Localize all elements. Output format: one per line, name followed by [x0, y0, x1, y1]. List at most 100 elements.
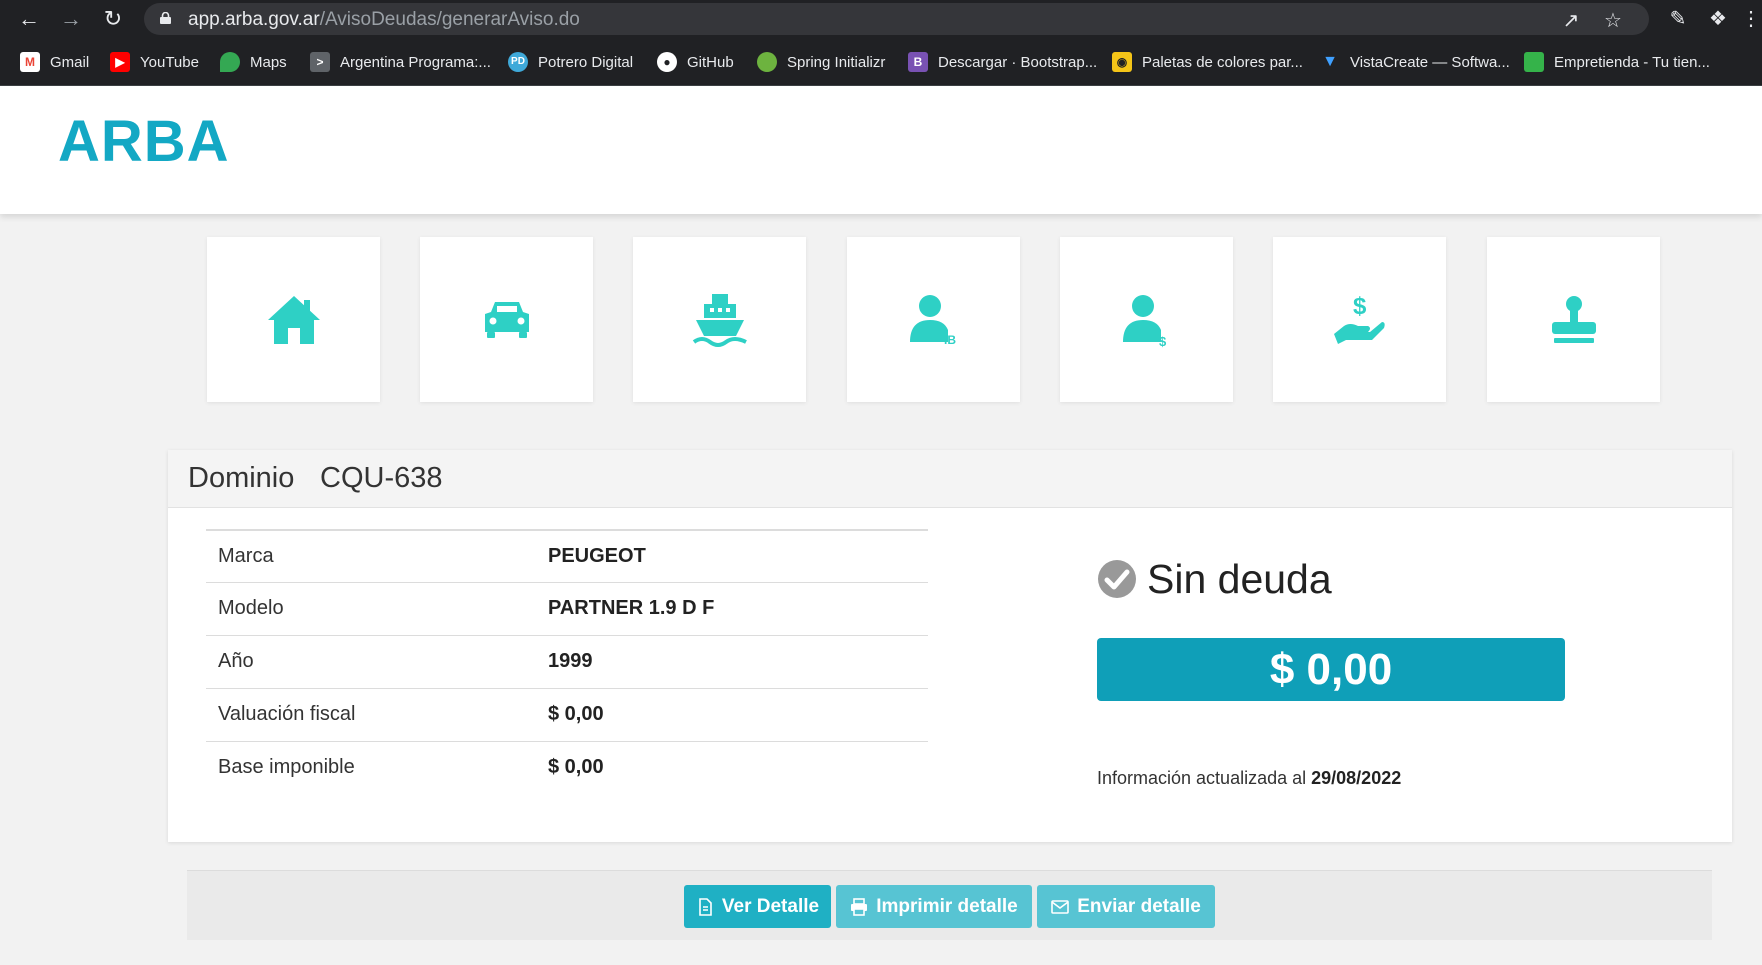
vistacreate-icon: ▼ — [1322, 53, 1338, 70]
bookmark-label: Descargar · Bootstrap... — [938, 53, 1098, 71]
button-label: Enviar detalle — [1077, 895, 1201, 917]
tile-automotor[interactable] — [420, 237, 593, 402]
pd-icon: PD — [508, 52, 528, 72]
bookmark-label: Gmail — [50, 53, 90, 71]
row-label: Año — [218, 650, 254, 672]
reload-icon[interactable]: ↻ — [98, 4, 128, 34]
tile-embarcaciones[interactable] — [633, 237, 806, 402]
bookmark-label: Potrero Digital — [538, 53, 634, 71]
hand-dollar-icon: $ — [1333, 293, 1385, 344]
arba-logo[interactable]: ARBA — [58, 108, 230, 175]
updated-info: Información actualizada al 29/08/2022 — [1097, 768, 1401, 789]
row-label: Marca — [218, 545, 274, 567]
enviar-detalle-button[interactable]: Enviar detalle — [1037, 885, 1215, 928]
row-value: 1999 — [548, 650, 593, 672]
bookmarks-bar: M Gmail ▶ YouTube Maps > Argentina Programa… — [0, 38, 1762, 86]
debt-amount: $ 0,00 — [1097, 638, 1565, 701]
bookmark-empretienda[interactable]: Empretienda - Tu tien... — [1524, 51, 1710, 73]
stamp-icon — [1551, 295, 1596, 343]
tile-planes-pago[interactable]: $ — [1273, 237, 1446, 402]
table-row: Marca PEUGEOT — [206, 529, 928, 582]
button-label: Imprimir detalle — [876, 895, 1018, 917]
bookmark-label: Paletas de colores par... — [1142, 53, 1303, 71]
pen-extension-icon[interactable]: ✎ — [1664, 5, 1692, 33]
site-header: ARBA — [0, 86, 1762, 214]
terminal-icon: > — [310, 52, 330, 72]
tile-sellos-personas[interactable]: $ — [1060, 237, 1233, 402]
debt-card: Dominio CQU-638 Marca PEUGEOT Modelo PARTN… — [168, 450, 1732, 842]
back-icon[interactable]: ← — [14, 4, 44, 34]
url-host: app.arba.gov.ar — [188, 9, 320, 30]
forward-icon[interactable]: → — [56, 4, 86, 34]
row-label: Modelo — [218, 597, 284, 619]
bookmark-label: YouTube — [140, 53, 199, 71]
bookmark-label: Empretienda - Tu tien... — [1554, 53, 1710, 71]
card-header: Dominio CQU-638 — [168, 450, 1732, 508]
car-icon — [484, 301, 529, 338]
imprimir-detalle-button[interactable]: Imprimir detalle — [836, 885, 1032, 928]
debt-status: Sin deuda — [1097, 555, 1332, 603]
bookmark-maps[interactable]: Maps — [220, 51, 287, 73]
table-row: Modelo PARTNER 1.9 D F — [206, 582, 928, 635]
file-icon — [699, 897, 712, 916]
row-value: PEUGEOT — [548, 545, 646, 567]
domain-value: CQU-638 — [320, 462, 443, 494]
tile-ingresos-brutos[interactable]: IB — [847, 237, 1020, 402]
browser-toolbar: ← → ↻ app.arba.gov.ar/AvisoDeudas/genera… — [0, 0, 1762, 38]
palette-icon: ◉ — [1112, 52, 1132, 72]
tile-inmobiliario[interactable] — [207, 237, 380, 402]
bookmark-gmail[interactable]: M Gmail — [20, 51, 89, 73]
envelope-icon — [1051, 899, 1070, 914]
row-value: PARTNER 1.9 D F — [548, 597, 715, 619]
bookmark-youtube[interactable]: ▶ YouTube — [110, 51, 199, 73]
address-bar[interactable]: app.arba.gov.ar/AvisoDeudas/generarAviso… — [144, 3, 1649, 35]
bootstrap-icon: B — [908, 52, 928, 72]
menu-icon[interactable]: ⋮ — [1740, 5, 1762, 33]
table-row: Año 1999 — [206, 635, 928, 688]
card-title: Dominio — [188, 462, 295, 494]
share-icon[interactable]: ↗ — [1557, 7, 1585, 35]
youtube-icon: ▶ — [110, 52, 130, 72]
user-ib-icon: IB — [909, 294, 956, 347]
row-value: $ 0,00 — [548, 703, 604, 725]
print-icon — [851, 897, 868, 916]
bookmark-argentina-programa[interactable]: > Argentina Programa:... — [310, 51, 491, 73]
extensions-icon[interactable]: ❖ — [1704, 5, 1732, 33]
svg-text:$: $ — [1159, 334, 1167, 349]
bookmark-paletas[interactable]: ◉ Paletas de colores par... — [1112, 51, 1303, 73]
tile-sellos[interactable] — [1487, 237, 1660, 402]
lock-icon — [160, 12, 171, 24]
bookmark-label: VistaCreate — Softwa... — [1350, 53, 1510, 71]
table-row: Base imponible $ 0,00 — [206, 741, 928, 794]
maps-icon — [220, 52, 240, 72]
row-value: $ 0,00 — [548, 756, 604, 778]
svg-text:IB: IB — [944, 333, 956, 347]
user-dollar-icon: $ — [1122, 294, 1167, 349]
updated-date: 29/08/2022 — [1311, 768, 1402, 788]
svg-text:$: $ — [1353, 293, 1367, 320]
actions-bar: Ver Detalle Imprimir detalle Enviar deta… — [187, 870, 1712, 940]
ver-detalle-button[interactable]: Ver Detalle — [684, 885, 831, 928]
bookmark-label: GitHub — [687, 53, 734, 71]
bookmark-spring-initializr[interactable]: Spring Initializr — [757, 51, 885, 73]
row-label: Valuación fiscal — [218, 703, 356, 725]
bookmark-bootstrap[interactable]: B Descargar · Bootstrap... — [908, 51, 1097, 73]
button-label: Ver Detalle — [721, 895, 820, 917]
bookmark-label: Argentina Programa:... — [340, 53, 491, 71]
url-path: /AvisoDeudas/generarAviso.do — [319, 9, 580, 30]
ship-icon — [692, 293, 747, 347]
bookmark-label: Maps — [250, 53, 287, 71]
updated-label: Información actualizada al — [1097, 768, 1307, 788]
spring-icon — [757, 52, 777, 72]
status-text: Sin deuda — [1147, 555, 1332, 602]
row-label: Base imponible — [218, 756, 355, 778]
bookmark-potrero-digital[interactable]: PD Potrero Digital — [508, 51, 633, 73]
bookmark-github[interactable]: ● GitHub — [657, 51, 734, 73]
check-circle-icon — [1098, 560, 1136, 598]
house-icon — [267, 295, 320, 344]
bookmark-label: Spring Initializr — [787, 53, 886, 71]
bookmark-vistacreate[interactable]: ▼ VistaCreate — Softwa... — [1320, 51, 1510, 73]
star-icon[interactable]: ☆ — [1599, 7, 1627, 35]
vehicle-table: Marca PEUGEOT Modelo PARTNER 1.9 D F Año 19… — [206, 529, 928, 794]
url-text: app.arba.gov.ar/AvisoDeudas/generarAviso… — [188, 9, 580, 31]
